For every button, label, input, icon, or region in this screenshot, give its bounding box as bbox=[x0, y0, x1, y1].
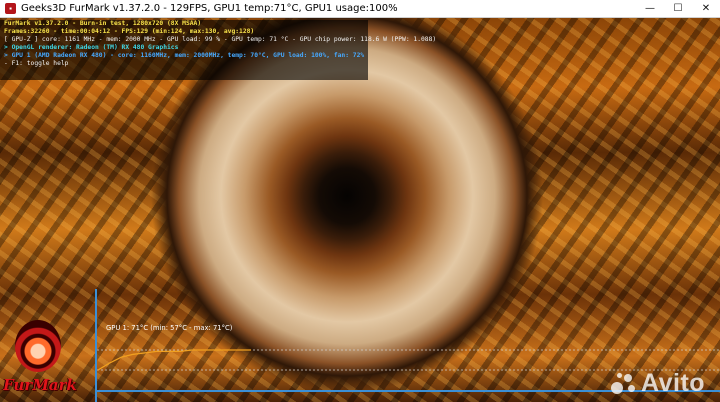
title-bar[interactable]: ▪ Geeks3D FurMark v1.37.2.0 - 129FPS, GP… bbox=[0, 0, 720, 18]
close-button[interactable]: ✕ bbox=[692, 0, 720, 17]
render-viewport: FurMark v1.37.2.0 - Burn-in test, 1280x7… bbox=[0, 18, 720, 402]
furmark-app-icon: ▪ bbox=[5, 3, 16, 14]
overlay-help-line: - F1: toggle help bbox=[4, 60, 69, 68]
minimize-button[interactable]: — bbox=[636, 0, 664, 17]
overlay-frames-line: Frames:32260 - time:00:04:12 - FPS:129 (… bbox=[4, 28, 255, 36]
temperature-line bbox=[97, 349, 251, 371]
avito-dots-icon bbox=[611, 372, 637, 395]
stats-overlay: FurMark v1.37.2.0 - Burn-in test, 1280x7… bbox=[0, 20, 720, 80]
graph-label: GPU 1: 71°C (min: 57°C - max: 71°C) bbox=[106, 324, 233, 332]
avito-watermark-text: Avito bbox=[641, 369, 706, 397]
furmark-logo-text: FurMark bbox=[3, 376, 77, 394]
overlay-title-line: FurMark v1.37.2.0 - Burn-in test, 1280x7… bbox=[4, 20, 202, 27]
overlay-gpu-line: > GPU 1 (AMD Radeon RX 480) - core: 1160… bbox=[4, 52, 365, 60]
window-controls: — ☐ ✕ bbox=[636, 0, 720, 17]
window-title: Geeks3D FurMark v1.37.2.0 - 129FPS, GPU1… bbox=[21, 3, 398, 14]
furmark-window: ▪ Geeks3D FurMark v1.37.2.0 - 129FPS, GP… bbox=[0, 0, 720, 402]
avito-watermark: Avito bbox=[611, 369, 705, 398]
maximize-button[interactable]: ☐ bbox=[664, 0, 692, 17]
furmark-logo: FurMark bbox=[3, 320, 77, 402]
furmark-eye-icon bbox=[15, 320, 61, 372]
